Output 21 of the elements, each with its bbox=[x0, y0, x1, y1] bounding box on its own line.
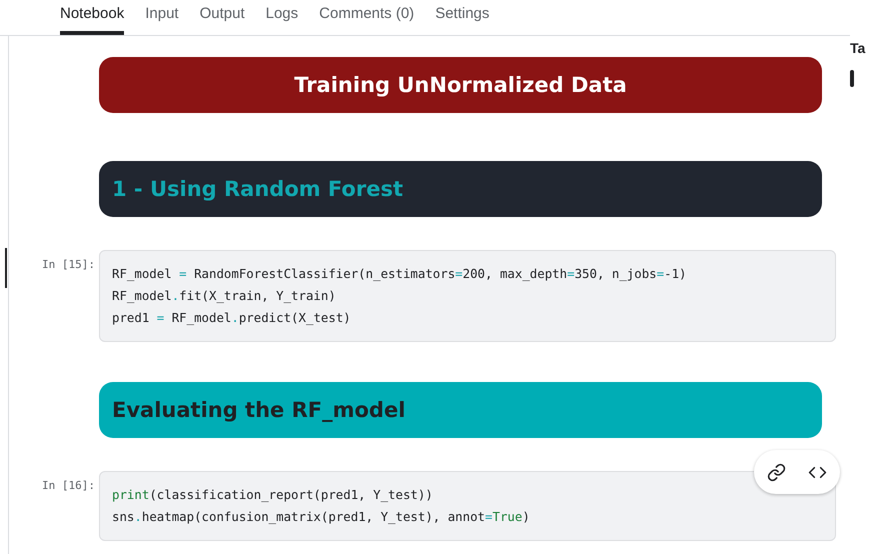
tab[interactable]: Input bbox=[145, 0, 179, 35]
tab[interactable]: Output bbox=[200, 0, 245, 35]
panel-title: Ta bbox=[850, 40, 866, 56]
tab[interactable]: Logs bbox=[266, 0, 298, 35]
tab[interactable]: Notebook bbox=[60, 0, 124, 35]
code-cell[interactable]: print(classification_report(pred1, Y_test)) sns.heatmap(confusion_matrix(pred1, Y_test), annot=True) bbox=[99, 471, 836, 541]
cell-prompt: In [15]: bbox=[41, 257, 96, 271]
section-heading: 1 - Using Random Forest bbox=[99, 161, 822, 217]
cell-prompt: In [16]: bbox=[41, 478, 96, 492]
panel-marker bbox=[850, 70, 854, 87]
code-cell[interactable]: RF_model = RandomForestClassifier(n_estimators=200, max_depth=350, n_jobs=-1) RF_model.fit(X_train, Y_train) pred1 = RF_model.predict(X_test) bbox=[99, 250, 836, 342]
tab[interactable]: Comments (0) bbox=[319, 0, 414, 35]
tab[interactable]: Settings bbox=[435, 0, 490, 35]
code-line: sns.heatmap(confusion_matrix(pred1, Y_test), annot=True) bbox=[112, 508, 531, 526]
section-heading: Training UnNormalized Data bbox=[99, 57, 822, 113]
section-heading: Evaluating the RF_model bbox=[99, 382, 822, 438]
code-line: print(classification_report(pred1, Y_test)) bbox=[112, 486, 434, 504]
code-line: RF_model.fit(X_train, Y_train) bbox=[112, 287, 337, 305]
code-line: RF_model = RandomForestClassifier(n_estimators=200, max_depth=350, n_jobs=-1) bbox=[112, 265, 688, 283]
code-line: pred1 = RF_model.predict(X_test) bbox=[112, 309, 352, 327]
link-icon[interactable] bbox=[767, 462, 786, 482]
